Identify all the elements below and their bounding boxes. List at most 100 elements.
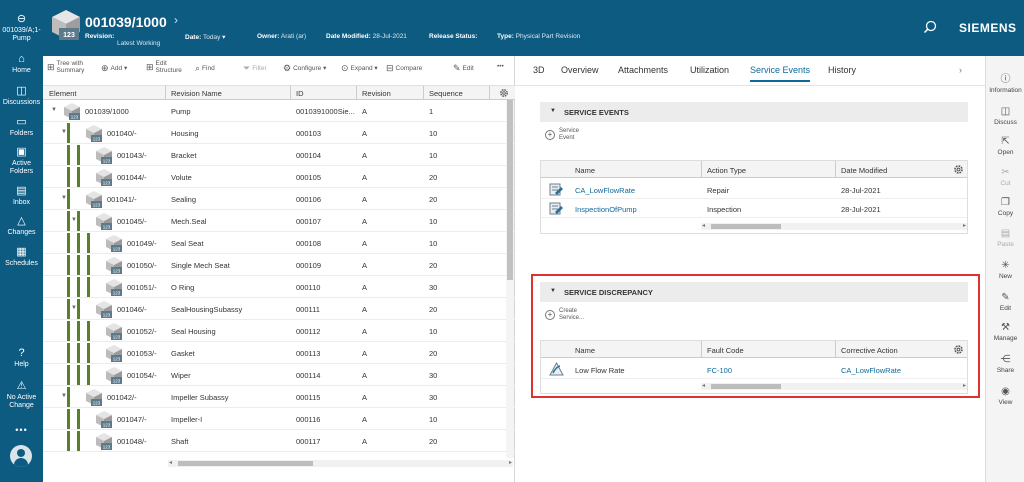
- column-header-sequence[interactable]: Sequence: [429, 89, 463, 98]
- column-divider[interactable]: [290, 86, 291, 100]
- expand-toggle-icon[interactable]: ▼: [61, 195, 67, 201]
- column-divider[interactable]: [835, 341, 836, 358]
- element-cell[interactable]: 001053/-: [127, 349, 157, 358]
- table-row[interactable]: ▼ 123 001042/- Impeller Subassy 000115 A 30: [43, 386, 515, 408]
- scroll-right-icon[interactable]: ▸: [509, 459, 512, 466]
- create-service-discrepancy-button[interactable]: + Create Service...: [545, 308, 584, 322]
- back-button[interactable]: ⊖ 001039/A;1- Pump: [0, 14, 43, 43]
- compare-button[interactable]: ⊟ Compare: [386, 64, 422, 73]
- table-row[interactable]: 123 001047/- Impeller-I 000116 A 10: [43, 408, 515, 430]
- element-cell[interactable]: 001051/-: [127, 283, 157, 292]
- column-divider[interactable]: [489, 86, 490, 100]
- column-divider[interactable]: [835, 161, 836, 178]
- table-row[interactable]: ▼ 123 001040/- Housing 000103 A 10: [43, 122, 515, 144]
- search-icon[interactable]: [923, 20, 937, 34]
- table-row[interactable]: CA_LowFlowRate Repair 28-Jul-2021: [541, 180, 967, 199]
- nav-inbox[interactable]: ▤ Inbox: [0, 186, 43, 207]
- rail-manage[interactable]: ⚒ Manage: [986, 322, 1024, 342]
- corrective-action-link[interactable]: CA_LowFlowRate: [841, 366, 901, 375]
- element-cell[interactable]: 001052/-: [127, 327, 157, 336]
- table-row[interactable]: ▼ 123 001041/- Sealing 000106 A 20: [43, 188, 515, 210]
- column-header-corrective-action[interactable]: Corrective Action: [841, 346, 898, 355]
- rail-copy[interactable]: ❐ Copy: [986, 197, 1024, 217]
- table-row[interactable]: ▼ 123 001046/- SealHousingSubassy 000111 A 20: [43, 298, 515, 320]
- discrepancy-name[interactable]: Low Flow Rate: [575, 366, 625, 375]
- rail-view[interactable]: ◉ View: [986, 386, 1024, 406]
- collapse-icon[interactable]: ▼: [550, 288, 556, 294]
- element-cell[interactable]: 001044/-: [117, 173, 147, 182]
- expand-toggle-icon[interactable]: ▼: [61, 129, 67, 135]
- element-cell[interactable]: 001048/-: [117, 437, 147, 446]
- column-divider[interactable]: [701, 341, 702, 358]
- column-header-element[interactable]: Element: [49, 89, 77, 98]
- tab-service-events[interactable]: Service Events: [750, 65, 811, 82]
- table-row[interactable]: Low Flow Rate FC-100 CA_LowFlowRate: [541, 360, 967, 379]
- rail-discuss[interactable]: ◫ Discuss: [986, 106, 1024, 126]
- tree-vertical-scrollbar[interactable]: [506, 100, 514, 458]
- column-header-revision[interactable]: Revision: [362, 89, 391, 98]
- scroll-left-icon[interactable]: ◂: [702, 222, 705, 229]
- nav-discussions[interactable]: ◫ Discussions: [0, 86, 43, 107]
- nav-no-active-change[interactable]: ⚠ No Active Change: [0, 381, 43, 410]
- rail-open[interactable]: ⇱ Open: [986, 136, 1024, 156]
- table-row[interactable]: 123 001049/- Seal Seat 000108 A 10: [43, 232, 515, 254]
- table-row[interactable]: 123 001048/- Shaft 000117 A 20: [43, 430, 515, 452]
- tab-overview[interactable]: Overview: [561, 65, 599, 75]
- column-divider[interactable]: [423, 86, 424, 100]
- scroll-thumb[interactable]: [711, 224, 781, 229]
- tab-3d[interactable]: 3D: [533, 65, 545, 75]
- column-header-revision-name[interactable]: Revision Name: [171, 89, 222, 98]
- table-row[interactable]: 123 001052/- Seal Housing 000112 A 10: [43, 320, 515, 342]
- nav-active-folders[interactable]: ▣ Active Folders: [0, 147, 43, 176]
- table-row[interactable]: ▼ 123 001045/- Mech.Seal 000107 A 10: [43, 210, 515, 232]
- element-cell[interactable]: 001041/-: [107, 195, 137, 204]
- nav-home[interactable]: ⌂ Home: [0, 54, 43, 75]
- collapse-icon[interactable]: ▼: [550, 108, 556, 114]
- column-divider[interactable]: [165, 86, 166, 100]
- element-cell[interactable]: 001054/-: [127, 371, 157, 380]
- add-button[interactable]: ⊕ Add ▾: [101, 64, 127, 73]
- column-header-name[interactable]: Name: [575, 346, 595, 355]
- nav-help[interactable]: ? Help: [0, 348, 43, 369]
- table-settings-gear-icon[interactable]: [953, 164, 964, 175]
- expand-toggle-icon[interactable]: ▼: [61, 393, 67, 399]
- nav-folders[interactable]: ▭ Folders: [0, 117, 43, 138]
- table-row[interactable]: ▼ 123 001039/1000 Pump 0010391000Sie... A 1: [43, 100, 515, 122]
- column-header-action-type[interactable]: Action Type: [707, 166, 746, 175]
- rail-paste[interactable]: ▤ Paste: [986, 228, 1024, 248]
- service-events-horizontal-scrollbar[interactable]: ◂ ▸: [701, 223, 967, 230]
- element-cell[interactable]: 001040/-: [107, 129, 137, 138]
- more-nav-button[interactable]: •••: [0, 425, 43, 435]
- table-row[interactable]: 123 001044/- Volute 000105 A 20: [43, 166, 515, 188]
- column-header-id[interactable]: ID: [296, 89, 304, 98]
- edit-structure-button[interactable]: ⊞ Edit Structure: [146, 60, 184, 74]
- rail-edit[interactable]: ✎ Edit: [986, 292, 1024, 312]
- date-selector[interactable]: Date: Today ▾: [185, 33, 225, 41]
- scroll-thumb[interactable]: [178, 461, 313, 466]
- tabs-scroll-right-icon[interactable]: ›: [959, 65, 962, 75]
- edit-button[interactable]: ✎ Edit: [453, 64, 474, 73]
- tab-history[interactable]: History: [828, 65, 856, 75]
- configure-button[interactable]: ⚙ Configure ▾: [283, 64, 326, 73]
- rail-share[interactable]: ⋲ Share: [986, 354, 1024, 374]
- rail-cut[interactable]: ✂ Cut: [986, 167, 1024, 187]
- scroll-thumb[interactable]: [711, 384, 781, 389]
- nav-changes[interactable]: △ Changes: [0, 216, 43, 237]
- element-cell[interactable]: 001050/-: [127, 261, 157, 270]
- tree-horizontal-scrollbar[interactable]: ◂ ▸: [168, 460, 513, 467]
- table-row[interactable]: 123 001043/- Bracket 000104 A 10: [43, 144, 515, 166]
- expand-button[interactable]: ⊙ Expand ▾: [341, 64, 378, 73]
- scroll-left-icon[interactable]: ◂: [702, 382, 705, 389]
- rail-information[interactable]: ⓘ Information: [986, 74, 1024, 94]
- service-discrepancy-header[interactable]: ▼ SERVICE DISCREPANCY: [540, 282, 968, 302]
- element-cell[interactable]: 001047/-: [117, 415, 147, 424]
- element-cell[interactable]: 001046/-: [117, 305, 147, 314]
- rail-new[interactable]: ✳ New: [986, 260, 1024, 280]
- expand-toggle-icon[interactable]: ▼: [71, 217, 77, 223]
- tree-with-summary-button[interactable]: ⊞ Tree with Summary: [47, 60, 89, 74]
- expand-toggle-icon[interactable]: ▼: [71, 305, 77, 311]
- service-event-name[interactable]: InspectionOfPump: [575, 205, 637, 214]
- table-row[interactable]: InspectionOfPump Inspection 28-Jul-2021: [541, 199, 967, 218]
- element-cell[interactable]: 001045/-: [117, 217, 147, 226]
- element-cell[interactable]: 001043/-: [117, 151, 147, 160]
